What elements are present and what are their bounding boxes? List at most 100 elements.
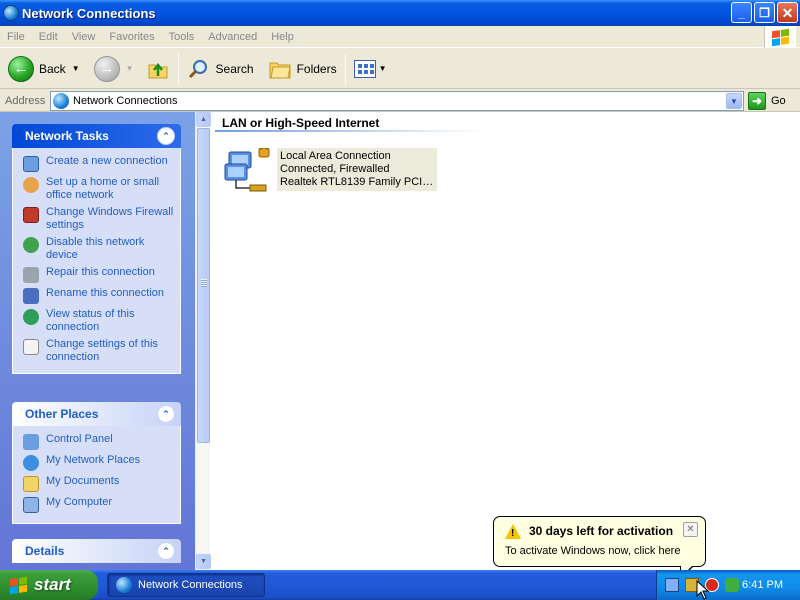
- place-my-computer[interactable]: My Computer: [23, 496, 176, 513]
- task-label: Rename this connection: [46, 287, 165, 299]
- task-firewall-settings[interactable]: Change Windows Firewall settings: [23, 206, 176, 232]
- task-label: Repair this connection: [46, 266, 155, 278]
- place-my-network-places[interactable]: My Network Places: [23, 454, 176, 471]
- menu-file[interactable]: File: [0, 31, 32, 43]
- go-button[interactable]: ➜ Go: [748, 92, 786, 110]
- documents-icon: [23, 476, 39, 492]
- toolbar-separator: [344, 53, 346, 84]
- status-icon: [23, 309, 39, 325]
- taskbar-network-connections[interactable]: Network Connections: [107, 573, 265, 597]
- network-tasks-panel: Network Tasks ⌃ Create a new connection …: [12, 124, 181, 374]
- toolbar: ← Back ▼ → ▼ Search Folders ▼: [0, 49, 800, 89]
- chevron-down-icon[interactable]: ▼: [72, 64, 80, 73]
- grip-icon: [201, 279, 207, 287]
- collapse-icon[interactable]: ⌃: [157, 127, 175, 145]
- network-tasks-header[interactable]: Network Tasks ⌃: [12, 124, 181, 148]
- home-network-icon: [23, 177, 39, 193]
- activation-balloon[interactable]: ! 30 days left for activation To activat…: [493, 516, 706, 580]
- task-label: Change Windows Firewall settings: [46, 206, 174, 231]
- activation-key-icon[interactable]: [725, 578, 739, 592]
- task-disable-device[interactable]: Disable this network device: [23, 236, 176, 262]
- place-label: My Computer: [46, 496, 113, 508]
- network-connections-icon: [53, 93, 69, 109]
- scroll-up-button[interactable]: ▲: [196, 112, 211, 127]
- collapse-icon[interactable]: ⌃: [157, 405, 175, 423]
- details-panel: Details ⌃: [12, 539, 181, 563]
- menu-view[interactable]: View: [65, 31, 103, 43]
- folders-icon: [269, 62, 291, 78]
- settings-icon: [23, 339, 39, 355]
- folder-up-icon: [146, 57, 170, 81]
- connection-details: Local Area Connection Connected, Firewal…: [277, 148, 437, 191]
- other-places-panel: Other Places ⌃ Control Panel My Network …: [12, 402, 181, 524]
- vertical-scrollbar[interactable]: ▲ ▼: [195, 112, 211, 570]
- menu-edit[interactable]: Edit: [32, 31, 65, 43]
- up-folder-button[interactable]: [142, 52, 174, 86]
- connection-status: Connected, Firewalled: [280, 163, 390, 175]
- taskbar-item-label: Network Connections: [138, 579, 243, 591]
- repair-icon: [23, 267, 39, 283]
- forward-arrow-icon: →: [93, 55, 120, 82]
- menu-help[interactable]: Help: [264, 31, 301, 43]
- chevron-down-icon[interactable]: ▼: [126, 64, 134, 73]
- network-tasks-list: Create a new connection Set up a home or…: [12, 148, 181, 374]
- chevron-down-icon[interactable]: ▼: [379, 64, 387, 73]
- close-button[interactable]: ✕: [777, 2, 798, 23]
- menu-bar: File Edit View Favorites Tools Advanced …: [0, 26, 800, 48]
- place-my-documents[interactable]: My Documents: [23, 475, 176, 492]
- collapse-icon[interactable]: ⌃: [157, 542, 175, 560]
- disable-device-icon: [23, 237, 39, 253]
- place-control-panel[interactable]: Control Panel: [23, 433, 176, 450]
- place-label: My Network Places: [46, 454, 141, 466]
- other-places-header[interactable]: Other Places ⌃: [12, 402, 181, 426]
- address-bar: Address Network Connections ▼ ➜ Go: [0, 90, 800, 112]
- control-panel-icon: [23, 434, 39, 450]
- task-rename-connection[interactable]: Rename this connection: [23, 287, 176, 304]
- toolbar-separator: [177, 53, 179, 84]
- scroll-thumb[interactable]: [197, 128, 210, 443]
- computer-icon: [23, 497, 39, 513]
- minimize-button[interactable]: _: [731, 2, 752, 23]
- task-view-status[interactable]: View status of this connection: [23, 308, 176, 334]
- title-bar[interactable]: Network Connections _ ❐ ✕: [0, 0, 800, 26]
- views-button[interactable]: ▼: [350, 52, 391, 86]
- network-connections-icon: [3, 5, 19, 21]
- balloon-text[interactable]: To activate Windows now, click here: [505, 545, 680, 557]
- scroll-down-button[interactable]: ▼: [196, 554, 211, 569]
- address-dropdown-button[interactable]: ▼: [726, 93, 742, 109]
- folders-label: Folders: [296, 61, 337, 76]
- connection-name: Local Area Connection: [280, 150, 391, 162]
- task-change-settings[interactable]: Change settings of this connection: [23, 338, 176, 364]
- task-home-network[interactable]: Set up a home or small office network: [23, 176, 176, 202]
- address-input[interactable]: Network Connections ▼: [50, 91, 744, 111]
- start-button[interactable]: start: [0, 570, 98, 600]
- network-tray-icon[interactable]: [665, 578, 679, 592]
- clock[interactable]: 6:41 PM: [742, 579, 783, 591]
- folders-button[interactable]: Folders: [264, 52, 341, 86]
- menu-advanced[interactable]: Advanced: [201, 31, 264, 43]
- connection-device: Realtek RTL8139 Family PCI F...: [280, 176, 434, 188]
- other-places-title: Other Places: [25, 407, 99, 421]
- task-create-connection[interactable]: Create a new connection: [23, 155, 176, 172]
- other-places-list: Control Panel My Network Places My Docum…: [12, 426, 181, 524]
- taskbar: start Network Connections 6:41 PM: [0, 570, 800, 600]
- address-label: Address: [5, 94, 46, 107]
- task-label: Create a new connection: [46, 155, 168, 167]
- views-icon: [353, 59, 376, 78]
- back-label: Back: [39, 61, 66, 76]
- warning-mark: !: [511, 528, 515, 539]
- details-header[interactable]: Details ⌃: [12, 539, 181, 563]
- task-repair-connection[interactable]: Repair this connection: [23, 266, 176, 283]
- network-connections-icon: [116, 577, 132, 593]
- search-button[interactable]: Search: [183, 52, 258, 86]
- menu-favorites[interactable]: Favorites: [102, 31, 161, 43]
- maximize-button[interactable]: ❐: [754, 2, 775, 23]
- forward-button[interactable]: → ▼: [90, 52, 138, 86]
- local-area-connection-item[interactable]: Local Area Connection Connected, Firewal…: [223, 146, 437, 196]
- balloon-close-button[interactable]: ✕: [683, 522, 698, 537]
- menu-tools[interactable]: Tools: [162, 31, 202, 43]
- back-button[interactable]: ← Back ▼: [4, 52, 84, 86]
- balloon-title: 30 days left for activation: [529, 524, 674, 538]
- go-arrow-icon: ➜: [748, 92, 766, 110]
- place-label: My Documents: [46, 475, 120, 487]
